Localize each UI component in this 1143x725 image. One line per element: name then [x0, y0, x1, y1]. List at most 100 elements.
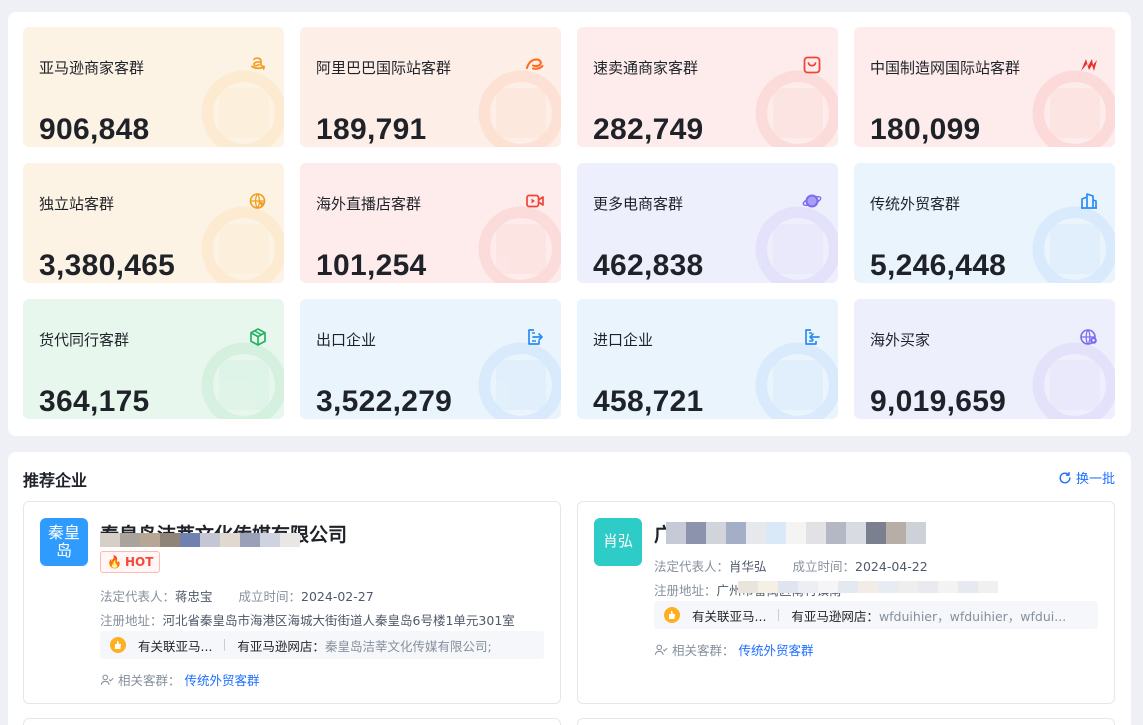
stat-title: 独立站客群: [39, 195, 115, 213]
founded-label: 成立时间：: [792, 559, 856, 574]
related-label: 相关客群：: [118, 673, 181, 688]
founded-label: 成立时间：: [238, 589, 302, 604]
stat-value: 189,791: [316, 113, 427, 146]
legal-rep-label: 法定代表人：: [654, 559, 730, 574]
video-icon: [525, 191, 545, 211]
company-card-partial[interactable]: [23, 718, 561, 725]
refresh-icon: [1058, 471, 1072, 485]
stat-card[interactable]: 海外买家 9,019,659: [854, 299, 1115, 419]
related-groups: 相关客群： 传统外贸客群: [654, 640, 814, 659]
address-value: 河北省秦皇岛市海港区海城大街街道人秦皇岛6号楼1单元301室: [162, 613, 515, 628]
decorative-watermark: [1025, 199, 1115, 283]
name-redaction-mosaic: [100, 533, 300, 547]
store-value[interactable]: 秦皇岛洁莘文化传媒有限公司;: [325, 636, 492, 655]
stat-title: 速卖通商家客群: [593, 59, 699, 77]
stat-card[interactable]: 进口企业 458,721: [577, 299, 838, 419]
stat-title: 更多电商客群: [593, 195, 684, 213]
stat-title: 进口企业: [593, 331, 654, 349]
store-flag-icon: [664, 607, 680, 623]
decorative-watermark: [194, 335, 284, 419]
stat-value: 180,099: [870, 113, 981, 146]
stat-value: 3,522,279: [316, 385, 453, 418]
address-redaction-mosaic: [738, 581, 998, 593]
stat-card[interactable]: 速卖通商家客群 282,749: [577, 27, 838, 147]
decorative-watermark: [748, 199, 838, 283]
company-logo-text: 秦皇岛: [47, 522, 80, 560]
company-logo: 肖弘: [594, 518, 642, 566]
stat-value: 9,019,659: [870, 385, 1007, 418]
stat-title: 货代同行客群: [39, 331, 130, 349]
stat-value: 282,749: [593, 113, 704, 146]
stat-title: 海外直播店客群: [316, 195, 422, 213]
stat-card[interactable]: 出口企业 3,522,279: [300, 299, 561, 419]
stat-card[interactable]: 中国制造网国际站客群 180,099: [854, 27, 1115, 147]
stat-card[interactable]: 亚马逊商家客群 906,848: [23, 27, 284, 147]
decorative-watermark: [748, 63, 838, 147]
store-flag-icon: [110, 637, 126, 653]
refresh-button[interactable]: 换一批: [1058, 468, 1115, 487]
store-value[interactable]: wfduihier，wfduihier，wfdui...: [879, 606, 1066, 625]
store-label: 有亚马逊网店：: [237, 638, 325, 654]
stat-title: 阿里巴巴国际站客群: [316, 59, 452, 77]
stat-card[interactable]: 货代同行客群 364,175: [23, 299, 284, 419]
section-title: 推荐企业: [23, 471, 88, 490]
decorative-watermark: [471, 335, 561, 419]
name-redaction-mosaic: [666, 522, 926, 544]
alibaba-icon: [525, 55, 545, 75]
stat-value: 364,175: [39, 385, 150, 418]
store-flag: 有关联亚马...: [138, 638, 213, 654]
stat-value: 906,848: [39, 113, 150, 146]
store-info-bar: 有关联亚马... 有亚马逊网店： wfduihier，wfduihier，wfd…: [654, 601, 1098, 629]
stat-card[interactable]: 独立站客群 3,380,465: [23, 163, 284, 283]
decorative-watermark: [748, 335, 838, 419]
stat-card[interactable]: 海外直播店客群 101,254: [300, 163, 561, 283]
export-icon: [525, 327, 545, 347]
company-meta: 法定代表人：蒋忠宝 成立时间：2024-02-27: [100, 586, 374, 605]
company-logo: 秦皇岛: [40, 518, 88, 566]
address-label: 注册地址：: [100, 613, 163, 628]
store-info-bar: 有关联亚马... 有亚马逊网店： 秦皇岛洁莘文化传媒有限公司;: [100, 631, 544, 659]
globe-cursor-icon: [248, 191, 268, 211]
company-card[interactable]: 肖弘 广 法定代表人：肖华弘 成立时间：2024-04-22 注册地址：广州市番…: [577, 501, 1115, 704]
aliexpress-icon: [802, 55, 822, 75]
decorative-watermark: [471, 199, 561, 283]
store-label: 有亚马逊网店：: [791, 608, 879, 624]
decorative-watermark: [194, 199, 284, 283]
company-card[interactable]: 秦皇岛 秦皇岛洁莘文化传媒有限公司 🔥 HOT 法定代表人：蒋忠宝 成立时间：2…: [23, 501, 561, 704]
decorative-watermark: [1025, 63, 1115, 147]
customer-group-panel: 亚马逊商家客群 906,848 阿里巴巴国际站客群 189,791 速卖通商家客群 282…: [8, 12, 1131, 436]
stat-card[interactable]: 传统外贸客群 5,246,448: [854, 163, 1115, 283]
stat-value: 3,380,465: [39, 249, 176, 282]
stat-title: 中国制造网国际站客群: [870, 59, 1021, 77]
planet-icon: [802, 191, 822, 211]
stat-title: 亚马逊商家客群: [39, 59, 145, 77]
hot-badge: 🔥 HOT: [100, 551, 161, 573]
founded-value: 2024-02-27: [301, 589, 374, 604]
stat-value: 5,246,448: [870, 249, 1007, 282]
legal-rep-value: 肖华弘: [729, 559, 767, 574]
box-icon: [248, 327, 268, 347]
related-label: 相关客群：: [672, 643, 735, 658]
hot-label: HOT: [124, 555, 154, 569]
import-icon: [802, 327, 822, 347]
globe-location-icon: [1079, 327, 1099, 347]
stat-value: 458,721: [593, 385, 704, 418]
founded-value: 2024-04-22: [855, 559, 928, 574]
company-card-partial[interactable]: [577, 718, 1115, 725]
user-group-icon: [100, 673, 114, 687]
legal-rep-label: 法定代表人：: [100, 589, 176, 604]
user-group-icon: [654, 643, 668, 657]
stat-card[interactable]: 更多电商客群 462,838: [577, 163, 838, 283]
decorative-watermark: [194, 63, 284, 147]
company-meta: 法定代表人：肖华弘 成立时间：2024-04-22: [654, 556, 928, 575]
stat-card[interactable]: 阿里巴巴国际站客群 189,791: [300, 27, 561, 147]
company-logo-text: 肖弘: [602, 532, 633, 551]
decorative-watermark: [471, 63, 561, 147]
related-group-link[interactable]: 传统外贸客群: [739, 640, 814, 659]
store-flag: 有关联亚马...: [692, 608, 767, 624]
related-groups: 相关客群： 传统外贸客群: [100, 670, 260, 689]
decorative-watermark: [1025, 335, 1115, 419]
legal-rep-value: 蒋忠宝: [175, 589, 213, 604]
related-group-link[interactable]: 传统外贸客群: [185, 670, 260, 689]
made-in-china-icon: [1079, 55, 1099, 75]
